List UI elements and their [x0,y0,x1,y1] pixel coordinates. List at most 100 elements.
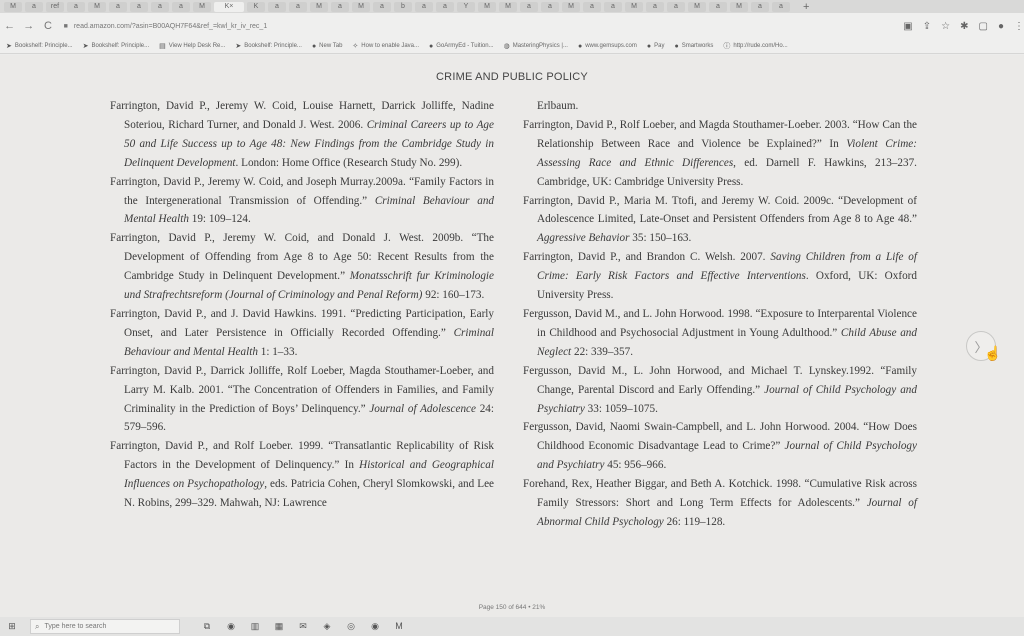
browser-tab[interactable]: M [310,1,328,12]
bookmark-label: www.gemsups.com [585,43,637,49]
browser-tab[interactable]: ref [46,1,64,12]
bookmark-label: Smartworks [681,43,714,49]
page-status: Page 150 of 644 • 21% [478,604,546,611]
reader-page: CRIME AND PUBLIC POLICY Farrington, Davi… [0,55,1024,617]
browser-tab[interactable]: M [499,1,517,12]
bookshelf-icon: ➤ [6,43,12,50]
browser-tab[interactable]: K [247,1,265,12]
menu-icon[interactable]: ⋮ [1014,21,1024,32]
browser-tab[interactable]: a [709,1,727,12]
browser-tab[interactable]: a [268,1,286,12]
browser-tab[interactable]: a [541,1,559,12]
reference-text: 26: 119–128. [663,515,726,528]
browser-tab[interactable]: a [436,1,454,12]
browser-tab[interactable]: a [25,1,43,12]
browser-tab[interactable]: a [751,1,769,12]
bookmark-item[interactable]: ⓘ http://rude.com/Ho... [723,41,787,51]
search-icon: ⌕ [35,621,40,631]
bookmark-label: Bookshelf: Principle... [91,43,150,49]
browser-tab[interactable]: M [4,1,22,12]
bookmark-item[interactable]: ➤ Bookshelf: Principle... [83,42,150,50]
forward-button[interactable]: → [19,20,38,32]
reference-text: 19: 109–124. [188,213,251,226]
store-icon[interactable]: ▦ [272,621,286,632]
browser-tab[interactable]: a [151,1,169,12]
bookmark-star-icon[interactable]: ☆ [941,21,950,32]
browser-tab[interactable]: a [667,1,685,12]
bookmark-item[interactable]: ● GoArmyEd - Tuition... [429,43,494,50]
bookmark-item[interactable]: ➤ Bookshelf: Principle... [235,42,302,50]
file-explorer-icon[interactable]: ▥ [248,621,262,632]
new-tab-button[interactable]: + [803,1,809,13]
profile-icon[interactable]: ● [998,21,1004,32]
reference-title: Journal of Adolescence [369,402,476,415]
reference-entry: Farrington, David P., and Brandon C. Wel… [523,248,917,305]
left-column: Farrington, David P., Jeremy W. Coid, Lo… [110,97,494,513]
browser-tab[interactable]: M [478,1,496,12]
browser-tab[interactable]: a [415,1,433,12]
url-text: read.amazon.com/?asin=B00AQH7F64&ref_=kw… [73,22,268,30]
photos-icon[interactable]: ◈ [320,621,334,632]
bookmark-item[interactable]: ➤ Bookshelf: Principle... [6,42,73,50]
gmail-icon[interactable]: M [392,621,406,632]
browser-tab[interactable]: a [331,1,349,12]
browser-tab[interactable]: a [520,1,538,12]
translate-icon[interactable]: ▣ [903,21,912,32]
browser-tab[interactable]: M [562,1,580,12]
browser-tab[interactable]: a [109,1,127,12]
reference-text: 22: 339–357. [571,345,634,358]
extensions-icon[interactable]: ✱ [960,21,968,32]
window-icon[interactable]: ▢ [979,21,988,32]
chrome-icon[interactable]: ◎ [344,621,358,632]
browser-tab[interactable]: M [193,1,211,12]
bookmark-item[interactable]: ● www.gemsups.com [578,43,637,50]
browser-tab[interactable]: M [352,1,370,12]
lock-icon: ■ [63,22,68,30]
browser-tab[interactable]: M [688,1,706,12]
task-view-icon[interactable]: ⧉ [200,621,214,632]
browser-tab[interactable]: Y [457,1,475,12]
reference-text: 1: 1–33. [257,345,298,358]
browser-tab[interactable]: M [88,1,106,12]
bookmark-label: Bookshelf: Principle... [244,43,302,49]
address-bar[interactable]: ■ read.amazon.com/?asin=B00AQH7F64&ref_=… [64,18,890,34]
helpdesk-icon: ▤ [159,43,166,50]
browser-tab[interactable]: a [646,1,664,12]
bookmark-item[interactable]: ✧ How to enable Java... [352,42,419,50]
bookshelf-icon: ➤ [235,43,242,50]
browser-tab[interactable]: a [67,1,85,12]
reference-entry: Farrington, David P., Jeremy W. Coid, an… [110,229,494,305]
back-button[interactable]: ← [0,20,19,32]
browser-tab[interactable]: a [772,1,790,12]
bookmark-item[interactable]: ● Smartworks [674,43,713,50]
navigation-bar: ← → C ■ read.amazon.com/?asin=B00AQH7F64… [0,13,1024,39]
mail-icon[interactable]: ✉ [296,621,310,632]
browser-tab[interactable]: a [289,1,307,12]
browser-tab[interactable]: a [130,1,148,12]
bookmark-item[interactable]: ◍ MasteringPhysics |... [504,42,568,50]
reference-entry: Farrington, David P., Maria M. Ttofi, an… [523,192,917,249]
reference-text: 45: 956–966. [604,459,667,472]
bookmark-item[interactable]: ▤ View Help Desk Re... [159,42,225,50]
edge-icon[interactable]: ◉ [224,621,238,632]
browser-tab[interactable]: a [583,1,601,12]
bookmark-item[interactable]: ● Pay [647,43,665,50]
browser-tab[interactable]: b [394,1,412,12]
windows-start-icon[interactable]: ⊞ [4,621,20,632]
share-icon[interactable]: ⇪ [923,21,931,32]
reload-button[interactable]: C [38,20,57,32]
browser-tab[interactable]: M [625,1,643,12]
browser-tab[interactable]: a [172,1,190,12]
taskbar-search[interactable]: ⌕ Type here to search [30,619,180,634]
edge-icon[interactable]: ◉ [368,621,382,632]
bookmark-label: Bookshelf: Principle... [14,43,73,49]
search-placeholder: Type here to search [44,623,107,630]
reference-text: . London: Home Office (Research Study No… [235,156,463,169]
bookmark-item[interactable]: ● New Tab [312,43,342,50]
browser-tab[interactable]: M [730,1,748,12]
browser-tab[interactable]: a [373,1,391,12]
reference-entry: Fergusson, David M., and L. John Horwood… [523,305,917,362]
tab-strip: Ma ref a Ma a a a M K× Ka a Ma Ma b a a Y M Ma a Ma a Ma a Ma Ma a… [0,0,1024,13]
browser-tab[interactable]: a [604,1,622,12]
browser-tab-active[interactable]: K× [214,1,244,12]
